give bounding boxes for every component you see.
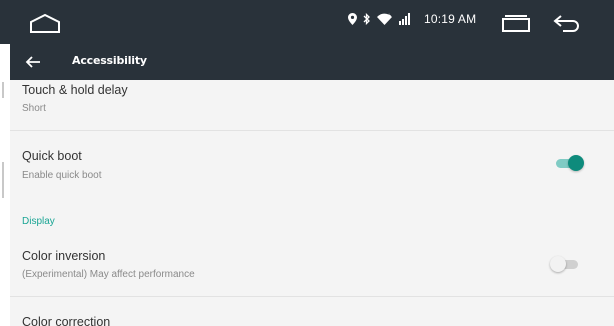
quick-boot-switch[interactable] bbox=[554, 153, 584, 173]
arrow-back-icon[interactable] bbox=[24, 53, 42, 71]
app-bar: Accessibility bbox=[10, 44, 614, 80]
switch-thumb bbox=[568, 155, 584, 171]
pref-summary: Short bbox=[22, 103, 46, 114]
pref-title: Quick boot bbox=[22, 149, 82, 163]
category-display: Display bbox=[22, 216, 55, 227]
wifi-icon: + bbox=[377, 13, 392, 25]
switch-thumb bbox=[550, 256, 566, 272]
bluetooth-icon bbox=[363, 13, 370, 25]
edge-mark bbox=[2, 82, 4, 98]
edge-mark bbox=[2, 162, 4, 198]
signal-icon bbox=[399, 13, 410, 25]
location-icon bbox=[348, 13, 357, 25]
pref-color-inversion[interactable]: Color inversion (Experimental) May affec… bbox=[10, 232, 614, 296]
home-icon[interactable] bbox=[28, 12, 62, 34]
pref-summary: (Experimental) May affect performance bbox=[22, 269, 195, 280]
preference-list: Touch & hold delay Short Quick boot Enab… bbox=[10, 80, 614, 326]
pref-title: Color inversion bbox=[22, 249, 106, 263]
pref-color-correction[interactable]: Color correction bbox=[10, 297, 614, 326]
color-inversion-switch[interactable] bbox=[550, 254, 580, 274]
page-title: Accessibility bbox=[72, 54, 147, 67]
pref-touch-hold-delay[interactable]: Touch & hold delay Short bbox=[10, 80, 614, 130]
status-icons: + 10:19 AM bbox=[348, 12, 476, 26]
pref-title: Color correction bbox=[22, 315, 111, 326]
svg-text:+: + bbox=[387, 13, 391, 19]
pref-quick-boot[interactable]: Quick boot Enable quick boot bbox=[10, 131, 614, 199]
pref-title: Touch & hold delay bbox=[22, 83, 128, 97]
back-icon[interactable] bbox=[553, 14, 583, 32]
clock: 10:19 AM bbox=[424, 12, 477, 26]
status-bar: + 10:19 AM bbox=[0, 0, 614, 44]
recent-apps-icon[interactable] bbox=[501, 15, 531, 32]
pref-summary: Enable quick boot bbox=[22, 170, 102, 181]
left-edge bbox=[0, 80, 10, 326]
